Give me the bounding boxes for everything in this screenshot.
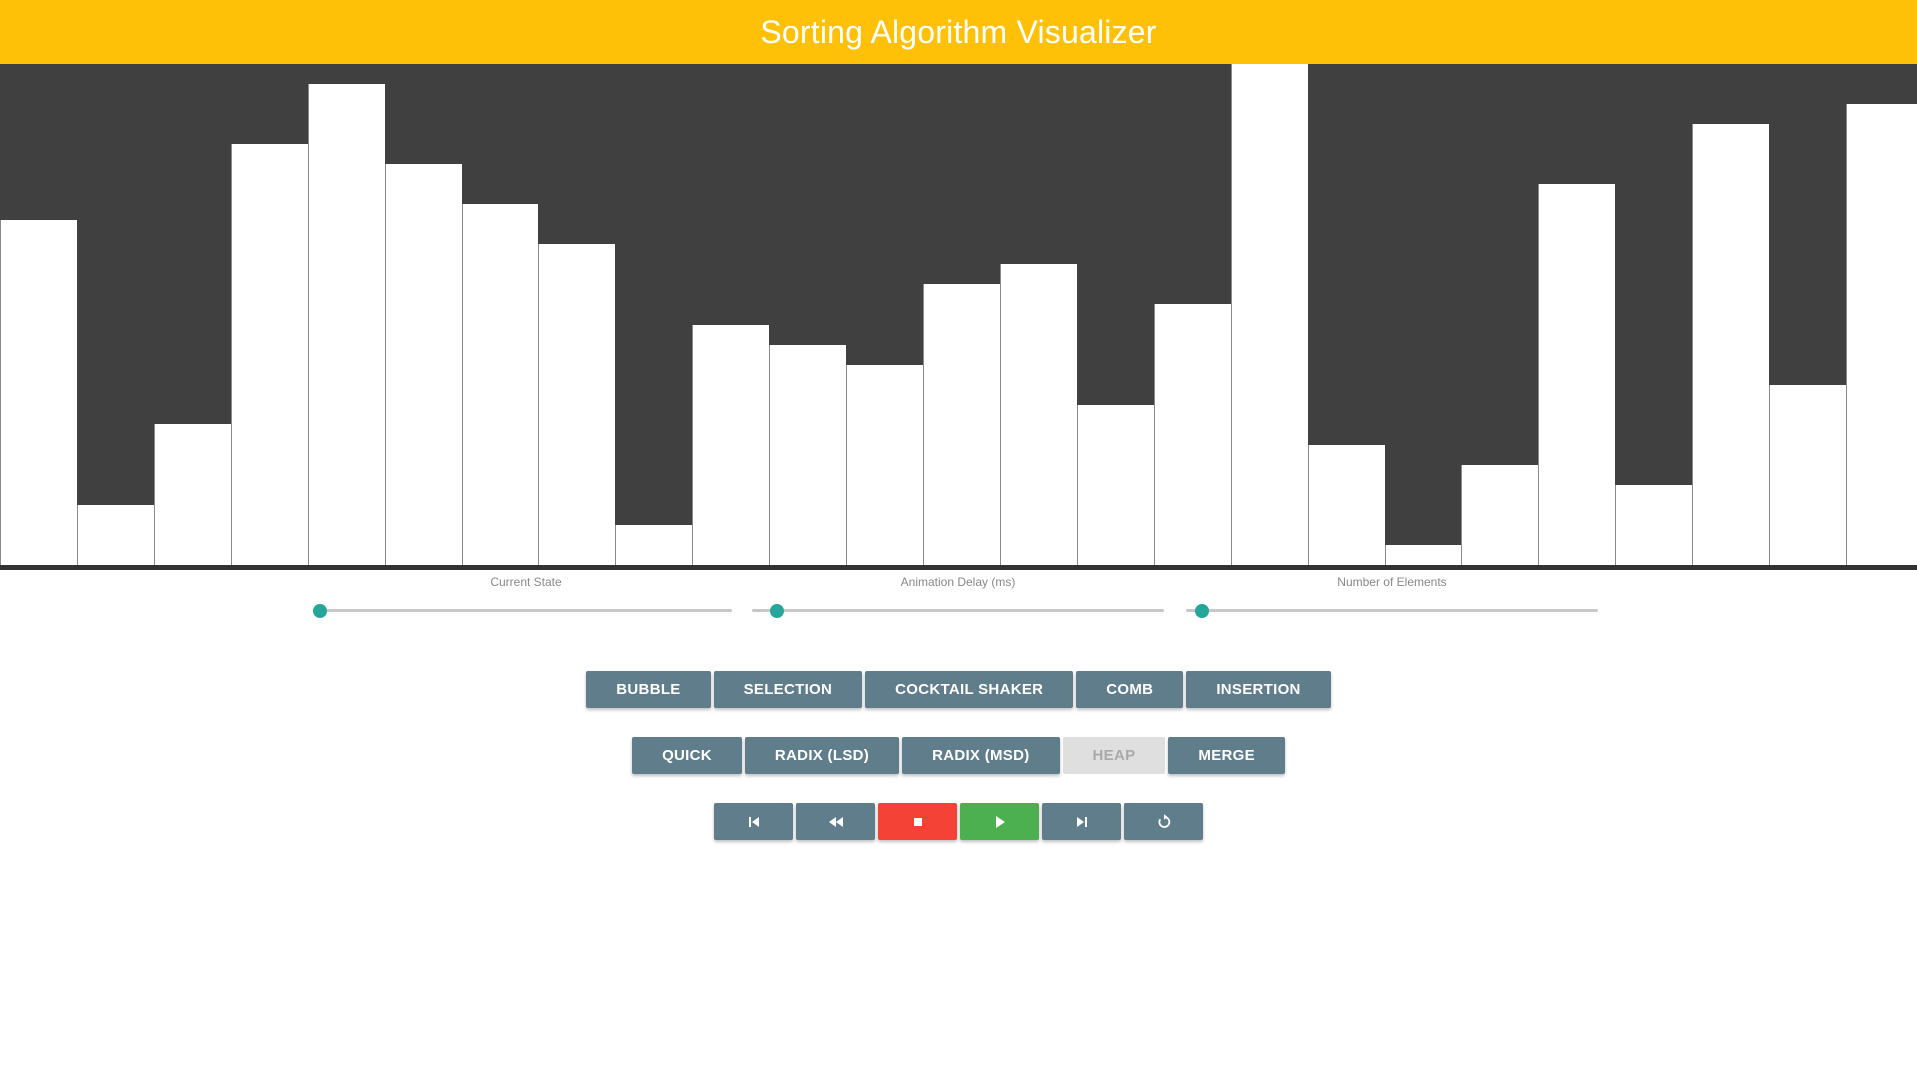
bar [384, 164, 462, 565]
play-icon [995, 815, 1005, 828]
bar [230, 144, 308, 565]
current-state-slider[interactable]: Current State [313, 572, 732, 622]
bubble-sort-button[interactable]: BUBBLE [586, 671, 711, 708]
playback-controls [0, 803, 1917, 840]
bar [307, 83, 385, 565]
merge-sort-button[interactable]: MERGE [1168, 737, 1285, 774]
bar [461, 204, 539, 565]
bar [1076, 404, 1154, 565]
animation-delay-slider[interactable]: Animation Delay (ms) [752, 572, 1164, 622]
bar [0, 219, 77, 565]
step-back-button[interactable] [796, 803, 875, 840]
skip-to-start-button[interactable] [714, 803, 793, 840]
bar [1307, 444, 1385, 565]
bars-visualization [0, 64, 1917, 565]
stop-button[interactable] [878, 803, 957, 840]
bars-baseline [0, 565, 1917, 570]
heap-sort-button[interactable]: HEAP [1062, 737, 1166, 774]
number-of-elements-track[interactable] [1186, 609, 1598, 612]
reset-button[interactable] [1124, 803, 1203, 840]
bar [538, 244, 616, 565]
bar [153, 424, 231, 565]
bar [1692, 124, 1770, 565]
bar [1769, 384, 1847, 565]
number-of-elements-slider[interactable]: Number of Elements [1186, 572, 1598, 622]
bar [1461, 464, 1539, 565]
current-state-thumb[interactable] [313, 604, 327, 618]
app-bar: Sorting Algorithm Visualizer [0, 0, 1917, 64]
stop-icon [913, 817, 922, 826]
algorithm-row-1: BUBBLE SELECTION COCKTAIL SHAKER COMB IN… [0, 671, 1917, 708]
bar [1538, 184, 1616, 565]
selection-sort-button[interactable]: SELECTION [713, 671, 863, 708]
app-title: Sorting Algorithm Visualizer [760, 13, 1157, 50]
bar [1384, 544, 1462, 565]
bar [1230, 64, 1308, 565]
rewind-icon [828, 816, 843, 827]
bar [1615, 484, 1693, 565]
algorithm-row-2: QUICK RADIX (LSD) RADIX (MSD) HEAP MERGE [0, 737, 1917, 774]
insertion-sort-button[interactable]: INSERTION [1186, 671, 1331, 708]
bar [615, 524, 693, 565]
bar [1846, 104, 1917, 565]
animation-delay-thumb[interactable] [769, 604, 784, 618]
replay-icon [1157, 813, 1170, 828]
play-button[interactable] [960, 803, 1039, 840]
number-of-elements-thumb[interactable] [1195, 604, 1210, 618]
animation-delay-label: Animation Delay (ms) [900, 575, 1016, 589]
bar [846, 364, 924, 565]
comb-sort-button[interactable]: COMB [1076, 671, 1184, 708]
quick-sort-button[interactable]: QUICK [632, 737, 742, 774]
bar [923, 284, 1000, 565]
bar [1153, 304, 1231, 565]
radix-msd-sort-button[interactable]: RADIX (MSD) [902, 737, 1060, 774]
current-state-track[interactable] [320, 609, 732, 612]
bar [76, 505, 154, 565]
bar [769, 344, 847, 565]
bar [692, 324, 770, 565]
current-state-label: Current State [490, 575, 562, 589]
cocktail-shaker-sort-button[interactable]: COCKTAIL SHAKER [865, 671, 1074, 708]
skip-next-icon [1076, 816, 1087, 827]
animation-delay-track[interactable] [752, 609, 1164, 612]
skip-previous-icon [748, 816, 759, 827]
number-of-elements-label: Number of Elements [1337, 575, 1447, 589]
radix-lsd-sort-button[interactable]: RADIX (LSD) [744, 737, 900, 774]
step-forward-button[interactable] [1042, 803, 1121, 840]
bar [999, 264, 1077, 565]
